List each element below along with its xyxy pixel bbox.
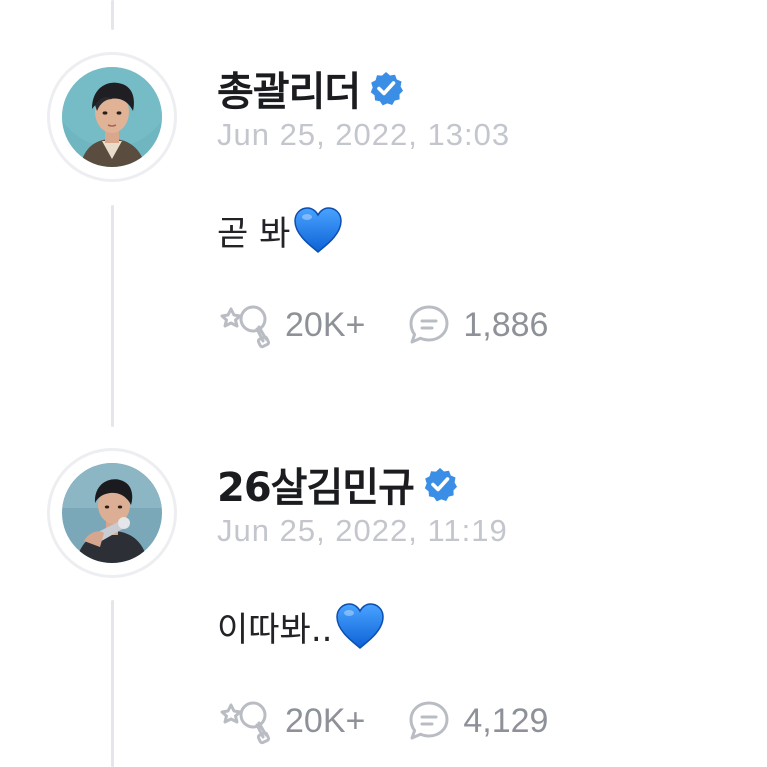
avatar[interactable] <box>47 448 177 578</box>
verified-badge-icon <box>422 466 458 502</box>
post-body: 이따봐.. <box>217 600 386 652</box>
author-row: 26살김민규 <box>217 455 458 513</box>
comment-button[interactable]: 4,129 <box>407 699 548 743</box>
author-name[interactable]: 26살김민규 <box>217 455 415 513</box>
lightstick-like-icon <box>217 697 273 745</box>
comment-bubble-icon <box>407 699 451 743</box>
post-actions: 20K+ 4,129 <box>217 696 590 746</box>
post-text: 이따봐.. <box>217 609 333 650</box>
avatar-image <box>62 463 162 563</box>
like-button[interactable]: 20K+ <box>217 697 365 745</box>
comment-count: 4,129 <box>463 701 549 740</box>
post-timestamp: Jun 25, 2022, 11:19 <box>217 513 508 548</box>
blue-heart-icon <box>334 601 386 651</box>
post-item: 26살김민규 Jun 25, 2022, 11:19 이따봐.. 20K+ 4,… <box>0 0 767 767</box>
like-count: 20K+ <box>285 701 366 740</box>
